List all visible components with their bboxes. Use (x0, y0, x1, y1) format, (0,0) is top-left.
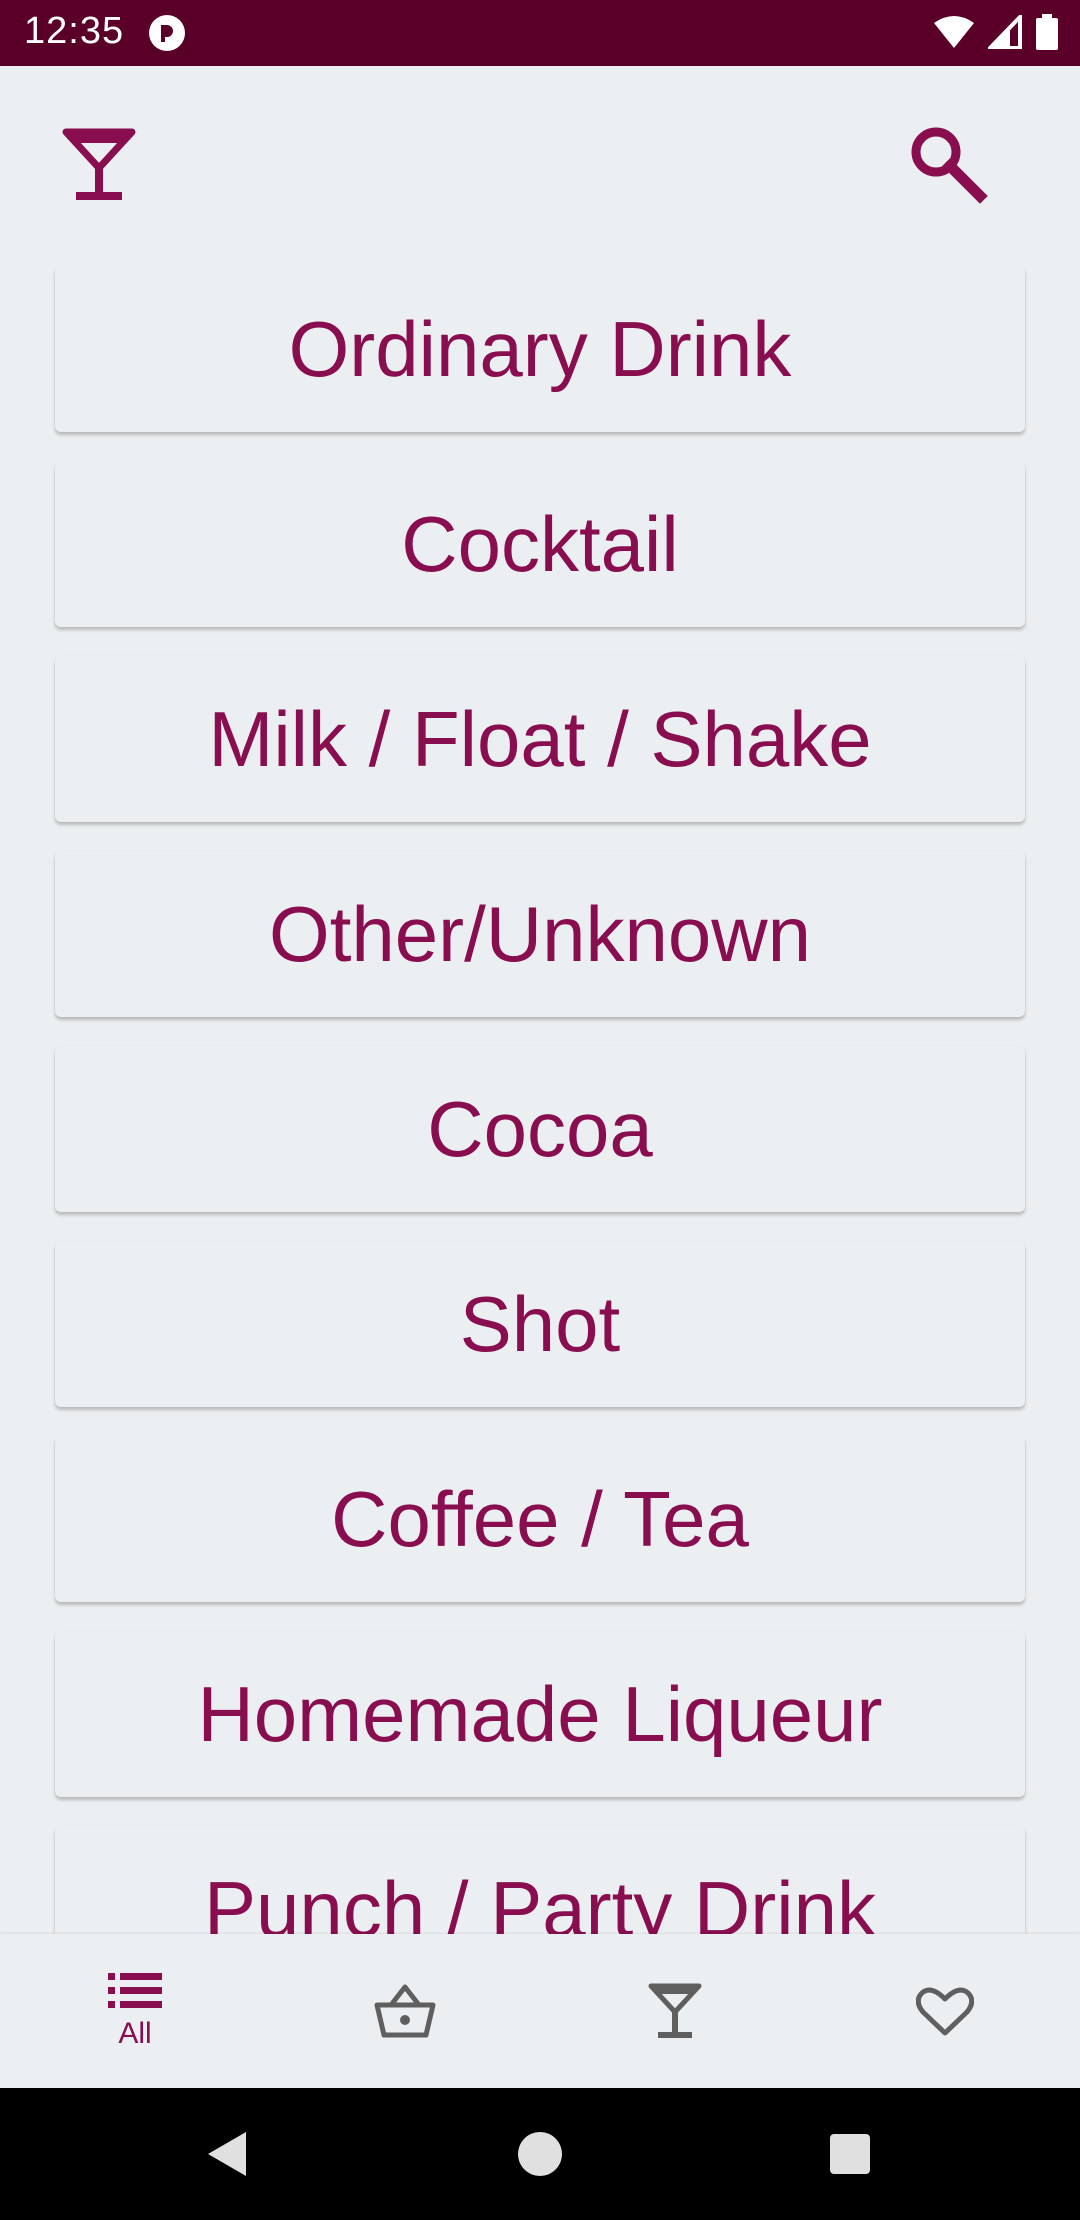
wifi-icon (934, 16, 974, 48)
nav-item-shopping[interactable] (270, 1934, 540, 2088)
system-navigation-bar (0, 2088, 1080, 2220)
back-icon[interactable] (194, 2122, 258, 2186)
status-bar: 12:35 (0, 0, 1080, 66)
category-label: Milk / Float / Shake (208, 694, 872, 783)
nav-item-cocktails[interactable] (540, 1934, 810, 2088)
cocktail-icon (648, 1983, 702, 2038)
category-card[interactable]: Cocktail (55, 461, 1025, 627)
top-app-bar (0, 66, 1080, 266)
category-label: Ordinary Drink (288, 304, 792, 393)
category-label: Cocktail (401, 499, 679, 588)
nav-item-favorites[interactable] (810, 1934, 1080, 2088)
category-card[interactable]: Other/Unknown (55, 851, 1025, 1017)
recents-icon[interactable] (818, 2122, 882, 2186)
category-card[interactable]: Punch / Party Drink (55, 1826, 1025, 1934)
cell-signal-icon (988, 15, 1022, 49)
search-icon[interactable] (904, 120, 988, 204)
bottom-navigation: All (0, 1934, 1080, 2088)
category-list[interactable]: Ordinary Drink Cocktail Milk / Float / S… (0, 266, 1080, 1934)
category-card[interactable]: Ordinary Drink (55, 266, 1025, 432)
battery-icon (1036, 14, 1058, 50)
category-label: Other/Unknown (269, 889, 811, 978)
app-notification-icon (149, 15, 185, 51)
category-card[interactable]: Milk / Float / Shake (55, 656, 1025, 822)
nav-item-all[interactable]: All (0, 1934, 270, 2088)
category-card[interactable]: Homemade Liqueur (55, 1631, 1025, 1797)
status-time: 12:35 (24, 10, 125, 52)
home-icon[interactable] (508, 2122, 572, 2186)
cocktail-logo-icon (62, 128, 136, 200)
category-label: Cocoa (427, 1084, 653, 1173)
category-label: Homemade Liqueur (197, 1669, 883, 1758)
category-label: Shot (459, 1279, 621, 1368)
category-card[interactable]: Cocoa (55, 1046, 1025, 1212)
list-icon (108, 1973, 162, 2008)
nav-label-all: All (118, 2017, 152, 2050)
category-label: Coffee / Tea (331, 1474, 749, 1563)
category-label: Punch / Party Drink (204, 1864, 876, 1935)
category-card[interactable]: Shot (55, 1241, 1025, 1407)
basket-icon (374, 1984, 436, 2038)
category-card[interactable]: Coffee / Tea (55, 1436, 1025, 1602)
heart-icon (916, 1987, 974, 2036)
